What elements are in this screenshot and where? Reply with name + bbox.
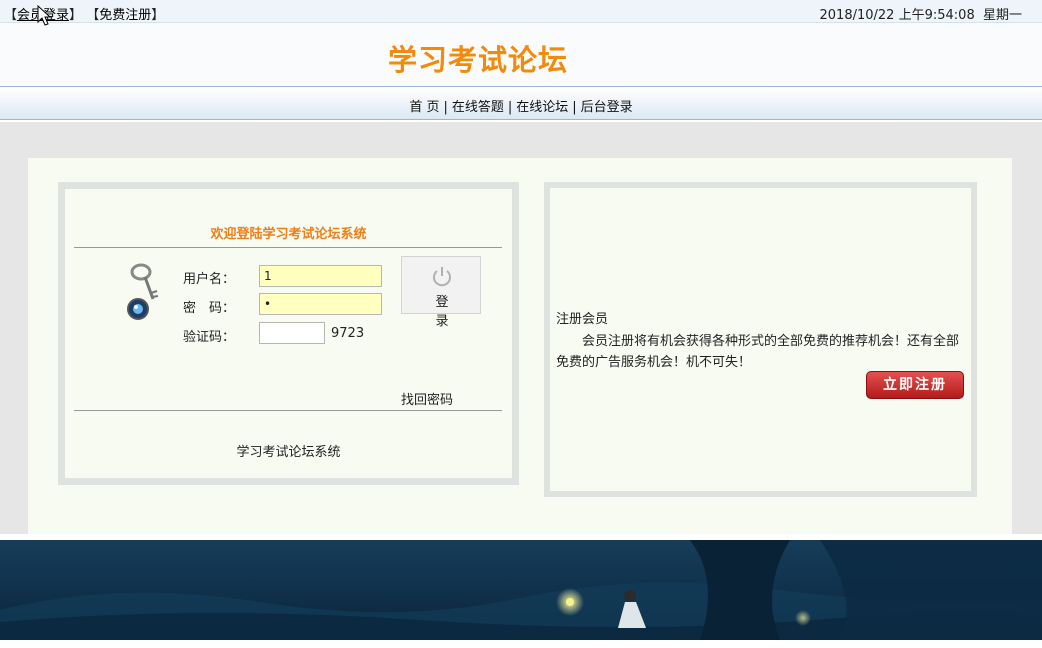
register-heading: 注册会员 xyxy=(556,312,609,327)
login-inner: 欢迎登陆学习考试论坛系统 用户名： 1 密 码： • 验证码： 9723 登录 … xyxy=(65,189,512,478)
forgot-password-link[interactable]: 找回密码 xyxy=(401,389,453,408)
username-label: 用户名： xyxy=(183,272,236,287)
nav-separator: | xyxy=(507,100,513,115)
divider xyxy=(74,410,502,411)
main-nav: 首 页 | 在线答题 | 在线论坛 | 后台登录 xyxy=(0,88,1042,120)
nav-item-home[interactable]: 首 页 xyxy=(409,100,439,115)
top-bar: 【会员登录】 【免费注册】 2018/10/22 上午9:54:08 星期一 xyxy=(0,0,1042,23)
register-box: 注册会员 会员注册将有机会获得各种形式的全部免费的推荐机会！还有全部免费的广告服… xyxy=(544,182,977,497)
login-button[interactable]: 登录 xyxy=(401,256,481,329)
date-text: 2018/10/22 xyxy=(819,8,895,23)
key-icon xyxy=(127,263,159,320)
username-input[interactable]: 1 xyxy=(259,265,382,287)
nav-menu: 首 页 | 在线答题 | 在线论坛 | 后台登录 xyxy=(0,96,1042,115)
banner-illustration xyxy=(0,540,1042,640)
cursor-icon xyxy=(37,5,52,26)
footer-banner xyxy=(0,540,1042,640)
login-button-label: 登录 xyxy=(435,295,471,329)
nav-item-forum[interactable]: 在线论坛 xyxy=(516,100,568,115)
free-register-link[interactable]: 免费注册 xyxy=(99,8,151,23)
captcha-code[interactable]: 9723 xyxy=(331,326,364,341)
weekday-text: 星期一 xyxy=(982,8,1022,23)
divider xyxy=(74,247,502,248)
nav-separator: | xyxy=(572,100,577,115)
register-now-button[interactable]: 立即注册 xyxy=(866,371,964,399)
login-title: 欢迎登陆学习考试论坛系统 xyxy=(210,227,367,242)
nav-separator: | xyxy=(443,100,448,115)
login-box: 欢迎登陆学习考试论坛系统 用户名： 1 密 码： • 验证码： 9723 登录 … xyxy=(58,182,519,485)
captcha-label: 验证码： xyxy=(183,330,236,345)
site-title: 学习考试论坛 xyxy=(387,43,568,77)
nav-item-admin-login[interactable]: 后台登录 xyxy=(581,100,633,115)
register-description: 会员注册将有机会获得各种形式的全部免费的推荐机会！还有全部免费的广告服务机会！机… xyxy=(556,334,960,370)
captcha-input[interactable] xyxy=(259,322,325,344)
top-links: 【会员登录】 【免费注册】 xyxy=(4,8,165,23)
register-inner: 注册会员 会员注册将有机会获得各种形式的全部免费的推荐机会！还有全部免费的广告服… xyxy=(550,188,971,491)
power-icon xyxy=(433,267,451,287)
login-footer-text: 学习考试论坛系统 xyxy=(236,445,341,460)
nav-item-online-quiz[interactable]: 在线答题 xyxy=(452,100,504,115)
time-text: 上午9:54:08 xyxy=(898,8,975,23)
site-header: 学习考试论坛 xyxy=(0,23,1042,87)
password-input[interactable]: • xyxy=(259,293,382,315)
password-label: 密 码： xyxy=(183,301,236,316)
datetime: 2018/10/22 上午9:54:08 星期一 xyxy=(820,4,1022,23)
